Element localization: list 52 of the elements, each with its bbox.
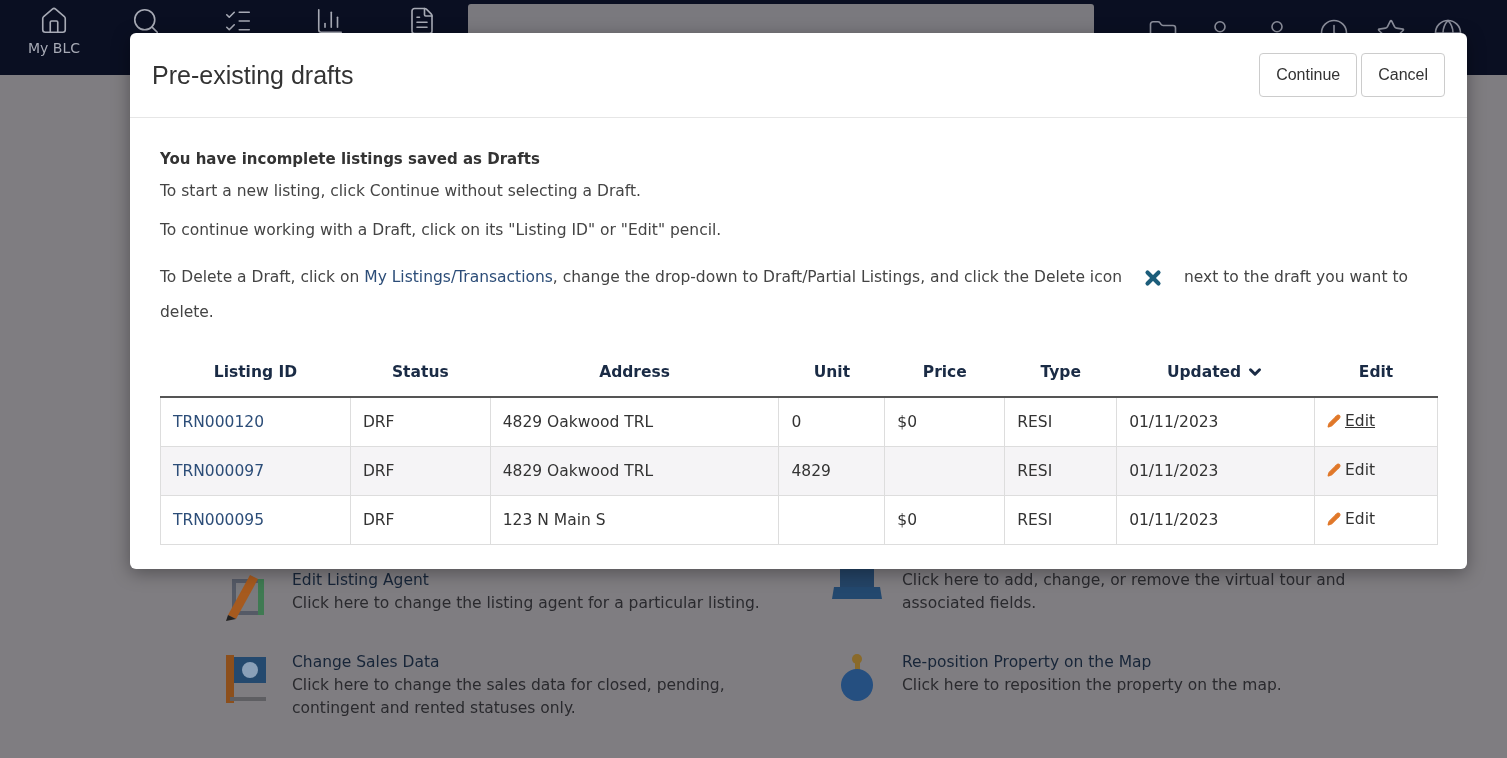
table-cell: 4829	[791, 462, 831, 480]
table-cell: 0	[791, 413, 802, 431]
edit-link[interactable]: Edit	[1327, 461, 1376, 479]
edit-link[interactable]: Edit	[1327, 412, 1376, 430]
table-cell: 123 N Main S	[502, 511, 606, 529]
item-title[interactable]: Change Sales Data	[292, 651, 762, 674]
table-cell: RESI	[1017, 511, 1053, 529]
listing-id-link[interactable]: TRN000095	[173, 511, 264, 529]
column-header[interactable]: Price	[922, 363, 967, 381]
table-cell: $0	[897, 511, 918, 529]
item-description: Click here to change the listing agent for a particular listing.	[292, 593, 760, 614]
table-cell: $0	[897, 413, 918, 431]
dialog-title: Pre-existing drafts	[152, 60, 354, 90]
table-cell: 01/11/2023	[1129, 511, 1219, 529]
dialog-button[interactable]: Cancel	[1361, 53, 1445, 97]
column-header[interactable]: Type	[1040, 363, 1081, 381]
nav-label[interactable]: My BLC	[28, 40, 80, 56]
column-header[interactable]: Status	[391, 363, 449, 381]
chart-icon[interactable]	[315, 6, 345, 36]
instruction-text: To Delete a Draft, click on My Listings/Transactions, change the drop-down to Draft/Partial Listings, and click the Delete icon next to the draft you want to delete.	[160, 265, 1409, 323]
pencil-icon	[1327, 414, 1341, 428]
table-cell: 01/11/2023	[1129, 462, 1219, 480]
instruction-text: To continue working with a Draft, click on its "Listing ID" or "Edit" pencil.	[160, 221, 723, 239]
pencil-icon	[1327, 512, 1341, 526]
column-header[interactable]: Address	[599, 363, 670, 381]
item-title[interactable]: Re-position Property on the Map	[902, 651, 1282, 674]
column-header[interactable]: Unit	[813, 363, 851, 381]
column-header[interactable]: Updated	[1166, 363, 1265, 381]
search-icon[interactable]	[131, 6, 161, 36]
home-icon[interactable]	[39, 6, 69, 36]
column-header[interactable]: Listing ID	[213, 363, 298, 381]
table-cell: 4829 Oakwood TRL	[502, 462, 654, 480]
item-description: Click here to change the sales data for closed, pending, contingent and rented statuses only.	[292, 675, 726, 719]
dialog-heading: You have incomplete listings saved as Drafts	[160, 150, 541, 168]
table-cell: DRF	[362, 511, 395, 529]
dialog-button[interactable]: Continue	[1259, 53, 1358, 97]
table-cell: DRF	[362, 413, 395, 431]
listing-id-link[interactable]: TRN000120	[173, 413, 264, 431]
listings-link[interactable]: My Listings/Transactions	[364, 268, 553, 286]
listing-id-link[interactable]: TRN000097	[173, 462, 264, 480]
table-cell: DRF	[362, 462, 395, 480]
item-description: Click here to reposition the property on the map.	[902, 675, 1282, 696]
table-cell: RESI	[1017, 462, 1053, 480]
item-description: Click here to add, change, or remove the virtual tour and associated fields.	[902, 570, 1347, 614]
instruction-text: To start a new listing, click Continue without selecting a Draft.	[160, 182, 642, 200]
laptop-icon	[830, 569, 884, 599]
table-cell: 01/11/2023	[1129, 413, 1219, 431]
pencil-icon	[1327, 463, 1341, 477]
table-cell: 4829 Oakwood TRL	[502, 413, 654, 431]
table-cell: RESI	[1017, 413, 1053, 431]
edit-link[interactable]: Edit	[1327, 510, 1376, 528]
column-header[interactable]: Edit	[1358, 363, 1394, 381]
